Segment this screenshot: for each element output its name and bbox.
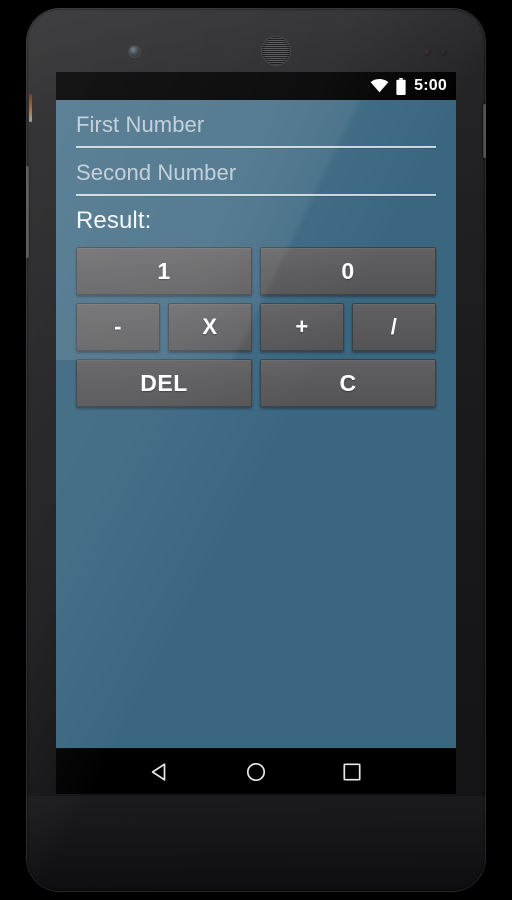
keypad-row-operators: - X + / <box>76 303 436 351</box>
second-number-field[interactable]: Second Number <box>76 148 436 196</box>
phone-screen: 5:00 First Number Second Number Result: <box>56 72 456 794</box>
key-minus[interactable]: - <box>76 303 160 351</box>
key-zero[interactable]: 0 <box>260 247 436 295</box>
battery-icon <box>396 77 406 95</box>
keypad-row-actions: DEL C <box>76 359 436 407</box>
calculator-keypad: 1 0 - X + / DEL C <box>76 239 436 407</box>
calculator-app: First Number Second Number Result: 1 0 - <box>56 100 456 748</box>
key-clear[interactable]: C <box>260 359 436 407</box>
status-bar-clock: 5:00 <box>414 77 447 94</box>
key-delete[interactable]: DEL <box>76 359 252 407</box>
first-number-field[interactable]: First Number <box>76 100 436 148</box>
android-navigation-bar <box>56 748 456 794</box>
key-one[interactable]: 1 <box>76 247 252 295</box>
earpiece-speaker-icon <box>262 37 290 65</box>
back-triangle-icon[interactable] <box>148 760 172 784</box>
result-label: Result: <box>76 207 152 234</box>
keypad-row-digits: 1 0 <box>76 247 436 295</box>
recents-square-icon[interactable] <box>340 760 364 784</box>
status-bar: 5:00 <box>56 72 456 100</box>
second-number-underline <box>76 194 436 196</box>
proximity-sensor-icon <box>424 49 431 56</box>
key-divide[interactable]: / <box>352 303 436 351</box>
volume-rocker-button[interactable] <box>26 166 29 258</box>
phone-device: 5:00 First Number Second Number Result: <box>26 8 486 892</box>
status-bar-icons: 5:00 <box>370 77 447 95</box>
second-number-input[interactable]: Second Number <box>76 162 436 194</box>
key-plus[interactable]: + <box>260 303 344 351</box>
front-camera-icon <box>129 46 140 57</box>
ambient-light-sensor-icon <box>440 49 447 56</box>
bottom-bezel <box>26 796 486 892</box>
home-circle-icon[interactable] <box>244 760 268 784</box>
power-button[interactable] <box>483 104 486 158</box>
notification-led <box>29 94 32 122</box>
key-multiply[interactable]: X <box>168 303 252 351</box>
first-number-input[interactable]: First Number <box>76 114 436 146</box>
wifi-icon <box>370 79 389 93</box>
